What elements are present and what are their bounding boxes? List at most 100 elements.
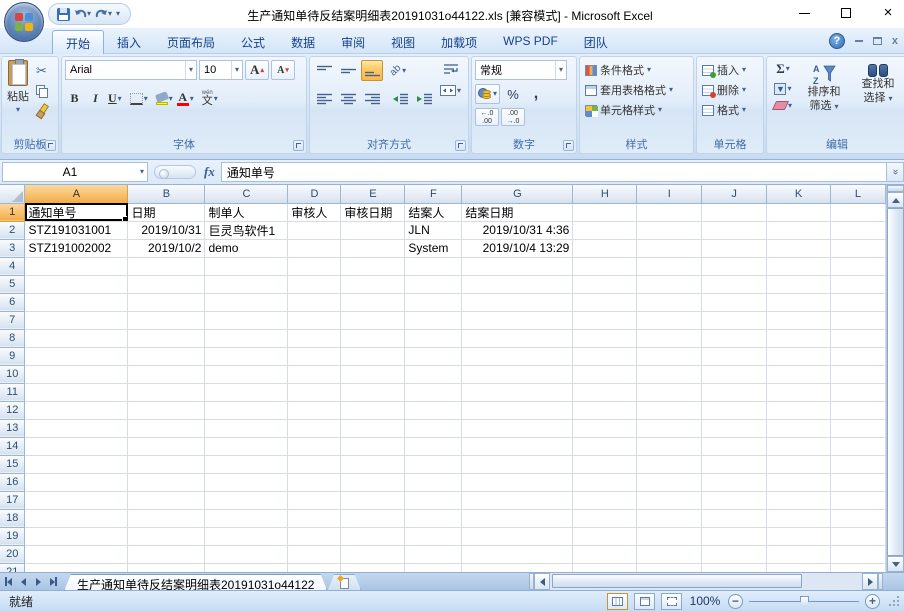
normal-view-button[interactable] bbox=[607, 593, 628, 610]
cell-K16[interactable] bbox=[767, 473, 831, 491]
cell-F16[interactable] bbox=[405, 473, 462, 491]
cell-E1[interactable]: 审核日期 bbox=[341, 203, 405, 221]
cell-A6[interactable] bbox=[25, 293, 128, 311]
cell-A14[interactable] bbox=[25, 437, 128, 455]
cell-H1[interactable] bbox=[573, 203, 637, 221]
row-header-13[interactable]: 13 bbox=[0, 419, 25, 437]
cell-E18[interactable] bbox=[341, 509, 405, 527]
cell-C21[interactable] bbox=[205, 563, 288, 572]
cell-H3[interactable] bbox=[573, 239, 637, 257]
cell-B7[interactable] bbox=[128, 311, 205, 329]
cell-C9[interactable] bbox=[205, 347, 288, 365]
cell-J16[interactable] bbox=[702, 473, 767, 491]
cell-E6[interactable] bbox=[341, 293, 405, 311]
tab-team[interactable]: 团队 bbox=[571, 30, 621, 54]
cell-G18[interactable] bbox=[462, 509, 573, 527]
decrease-decimal-button[interactable]: .00 →.0 bbox=[501, 108, 525, 126]
cell-E19[interactable] bbox=[341, 527, 405, 545]
cell-I5[interactable] bbox=[637, 275, 702, 293]
cell-F14[interactable] bbox=[405, 437, 462, 455]
minimize-button[interactable] bbox=[794, 4, 814, 22]
cell-K4[interactable] bbox=[767, 257, 831, 275]
cell-F12[interactable] bbox=[405, 401, 462, 419]
cell-B21[interactable] bbox=[128, 563, 205, 572]
cell-D8[interactable] bbox=[288, 329, 341, 347]
cell-E15[interactable] bbox=[341, 455, 405, 473]
chevron-down-icon[interactable]: ▾ bbox=[137, 163, 147, 181]
cell-E11[interactable] bbox=[341, 383, 405, 401]
cell-C16[interactable] bbox=[205, 473, 288, 491]
cell-I14[interactable] bbox=[637, 437, 702, 455]
italic-button[interactable]: I bbox=[86, 88, 105, 109]
cell-I15[interactable] bbox=[637, 455, 702, 473]
cell-C14[interactable] bbox=[205, 437, 288, 455]
vertical-split-handle[interactable] bbox=[887, 185, 904, 192]
cell-L3[interactable] bbox=[830, 239, 885, 257]
column-header-B[interactable]: B bbox=[128, 185, 205, 203]
zoom-slider-marker[interactable] bbox=[800, 596, 809, 607]
cell-G21[interactable] bbox=[462, 563, 573, 572]
scroll-up-button[interactable] bbox=[887, 192, 904, 208]
align-bottom-button[interactable] bbox=[361, 60, 383, 81]
cell-F7[interactable] bbox=[405, 311, 462, 329]
cell-B3[interactable]: 2019/10/2 bbox=[128, 239, 205, 257]
cell-F1[interactable]: 结案人 bbox=[405, 203, 462, 221]
fill-color-button[interactable]: ▾ bbox=[155, 88, 174, 109]
cell-G9[interactable] bbox=[462, 347, 573, 365]
cell-K1[interactable] bbox=[767, 203, 831, 221]
office-button[interactable] bbox=[4, 2, 44, 42]
cell-L18[interactable] bbox=[830, 509, 885, 527]
cell-L15[interactable] bbox=[830, 455, 885, 473]
format-as-table-button[interactable]: 套用表格格式 ▾ bbox=[583, 80, 690, 100]
clipboard-dialog-launcher[interactable] bbox=[45, 140, 56, 151]
cell-H20[interactable] bbox=[573, 545, 637, 563]
cell-J5[interactable] bbox=[702, 275, 767, 293]
cell-J1[interactable] bbox=[702, 203, 767, 221]
font-color-button[interactable]: A ▾ bbox=[176, 88, 195, 109]
cell-G8[interactable] bbox=[462, 329, 573, 347]
workbook-restore-button[interactable] bbox=[873, 37, 882, 45]
clear-button[interactable]: ▾ bbox=[770, 100, 796, 111]
cell-C7[interactable] bbox=[205, 311, 288, 329]
cell-K15[interactable] bbox=[767, 455, 831, 473]
cell-J21[interactable] bbox=[702, 563, 767, 572]
cell-G4[interactable] bbox=[462, 257, 573, 275]
column-header-J[interactable]: J bbox=[702, 185, 767, 203]
cell-L2[interactable] bbox=[830, 221, 885, 239]
cell-A12[interactable] bbox=[25, 401, 128, 419]
first-sheet-button[interactable] bbox=[2, 575, 15, 588]
cell-L11[interactable] bbox=[830, 383, 885, 401]
cell-E14[interactable] bbox=[341, 437, 405, 455]
cell-H14[interactable] bbox=[573, 437, 637, 455]
page-break-view-button[interactable] bbox=[661, 593, 682, 610]
tab-page-layout[interactable]: 页面布局 bbox=[154, 30, 228, 54]
cell-G15[interactable] bbox=[462, 455, 573, 473]
decrease-indent-button[interactable] bbox=[389, 88, 411, 109]
cell-A20[interactable] bbox=[25, 545, 128, 563]
cell-F18[interactable] bbox=[405, 509, 462, 527]
cell-L13[interactable] bbox=[830, 419, 885, 437]
cell-B18[interactable] bbox=[128, 509, 205, 527]
cell-E16[interactable] bbox=[341, 473, 405, 491]
row-header-6[interactable]: 6 bbox=[0, 293, 25, 311]
row-header-9[interactable]: 9 bbox=[0, 347, 25, 365]
cell-L14[interactable] bbox=[830, 437, 885, 455]
scroll-down-button[interactable] bbox=[887, 556, 904, 572]
cell-B6[interactable] bbox=[128, 293, 205, 311]
cell-G19[interactable] bbox=[462, 527, 573, 545]
cell-styles-button[interactable]: 单元格样式 ▾ bbox=[583, 100, 690, 120]
cell-A5[interactable] bbox=[25, 275, 128, 293]
zoom-in-button[interactable]: + bbox=[865, 594, 880, 609]
cell-J17[interactable] bbox=[702, 491, 767, 509]
cell-C2[interactable]: 巨灵鸟软件1 bbox=[205, 221, 288, 239]
cell-C5[interactable] bbox=[205, 275, 288, 293]
copy-button[interactable] bbox=[34, 84, 49, 99]
cell-K13[interactable] bbox=[767, 419, 831, 437]
cell-H15[interactable] bbox=[573, 455, 637, 473]
increase-decimal-button[interactable]: ←.0 .00 bbox=[475, 108, 499, 126]
cell-H9[interactable] bbox=[573, 347, 637, 365]
row-header-3[interactable]: 3 bbox=[0, 239, 25, 257]
comma-style-button[interactable]: , bbox=[526, 84, 546, 104]
cell-G7[interactable] bbox=[462, 311, 573, 329]
row-header-14[interactable]: 14 bbox=[0, 437, 25, 455]
